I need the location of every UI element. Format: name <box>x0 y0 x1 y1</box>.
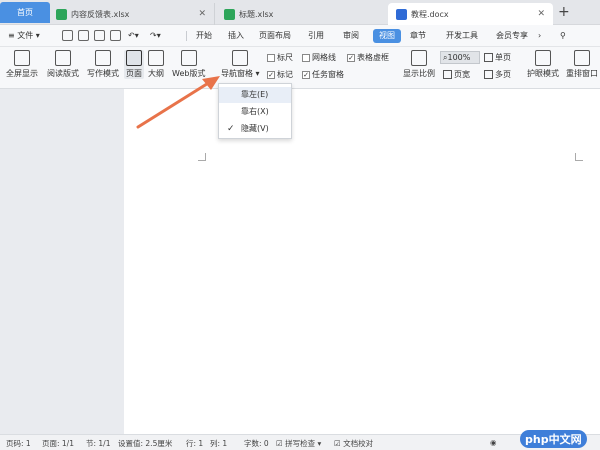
watermark-logo: php中文网 <box>520 430 587 448</box>
status-setting: 设置值: 2.5厘米 <box>118 439 173 448</box>
status-section: 节: 1/1 <box>86 439 111 448</box>
eye-icon[interactable]: ◉ <box>490 438 497 447</box>
status-row: 行: 1 <box>186 439 204 448</box>
status-page-no: 页码: 1 <box>6 439 31 448</box>
status-pages[interactable]: 页面: 1/1 <box>42 438 74 449</box>
annotation-arrow <box>136 76 220 129</box>
proofread-button[interactable]: ☑ 文档校对 <box>334 438 373 449</box>
spell-check-button[interactable]: ☑ 拼写检查 ▾ <box>276 438 321 449</box>
status-words[interactable]: 字数: 0 <box>244 438 269 449</box>
status-col: 列: 1 <box>210 439 228 448</box>
status-bar: 页码: 1 页面: 1/1 节: 1/1 设置值: 2.5厘米 行: 1 列: … <box>0 434 600 450</box>
